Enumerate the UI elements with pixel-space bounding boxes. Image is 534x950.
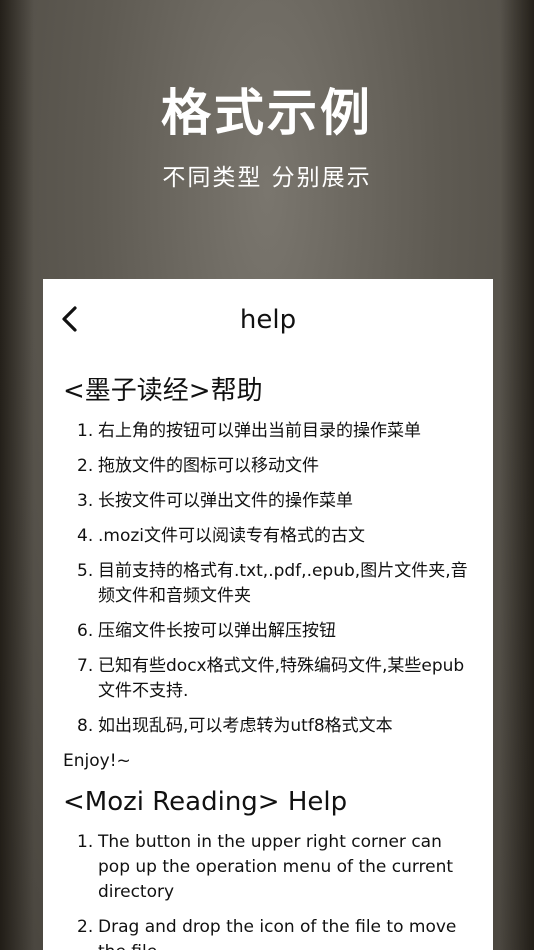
list-item: 7. 已知有些docx格式文件,特殊编码文件,某些epub文件不支持. [77,656,465,701]
nav-title: help [239,305,297,335]
help-list-zh: 1. 右上角的按钮可以弹出当前目录的操作菜单 2. 拖放文件的图标可以移动文件 3.… [63,419,479,739]
list-item: 4. .mozi文件可以阅读专有格式的古文 [77,526,366,546]
help-heading-en: <Mozi Reading> Help [63,787,348,817]
help-list-en: 1. The button in the upper right corner c… [63,830,479,950]
navigation-bar: help [43,279,493,361]
hero-title: 格式示例 [161,84,373,142]
hero-subtitle: 不同类型 分别展示 [162,165,372,191]
list-item: 6. 压缩文件长按可以弹出解压按钮 [77,621,336,641]
help-content: <墨子读经>帮助 1. 右上角的按钮可以弹出当前目录的操作菜单 2. 拖放文件的图标… [63,371,479,950]
list-item: 8. 如出现乱码,可以考虑转为utf8格式文本 [77,716,393,736]
list-item: 2. 拖放文件的图标可以移动文件 [77,456,319,476]
list-item: 1. The button in the upper right corner c… [77,832,454,902]
enjoy-text: Enjoy!~ [63,751,131,771]
list-item: 1. 右上角的按钮可以弹出当前目录的操作菜单 [77,421,421,441]
list-item: 5. 目前支持的格式有.txt,.pdf,.epub,图片文件夹,音频文件和音频文… [77,561,468,606]
preview-card: help <墨子读经>帮助 1. 右上角的按钮可以弹出当前目录的操作菜单 2. 拖放… [43,279,493,950]
help-heading-zh: <墨子读经>帮助 [63,376,263,406]
list-item: 3. 长按文件可以弹出文件的操作菜单 [77,491,353,511]
list-item: 2. Drag and drop the icon of the file to … [77,917,457,950]
